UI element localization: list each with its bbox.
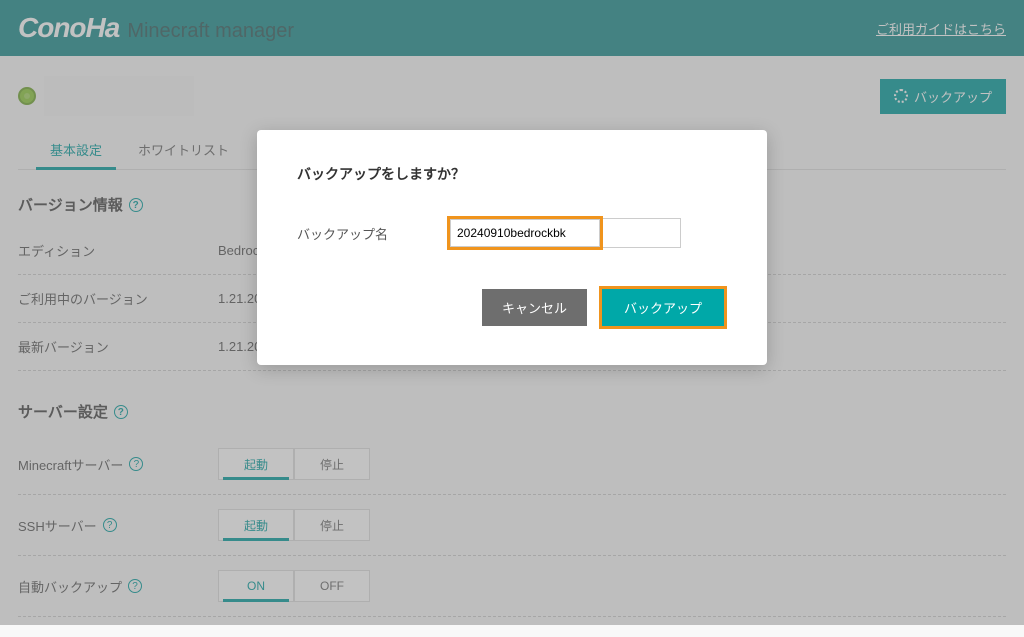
modal-overlay[interactable]: バックアップをしますか？ バックアップ名 キャンセル バックアップ	[0, 0, 1024, 625]
backup-confirm-modal: バックアップをしますか？ バックアップ名 キャンセル バックアップ	[257, 130, 767, 365]
input-highlight-box	[447, 216, 603, 250]
backup-name-input-extension[interactable]	[603, 218, 681, 248]
modal-button-row: キャンセル バックアップ	[297, 286, 727, 329]
backup-name-input[interactable]	[450, 219, 600, 247]
cancel-button[interactable]: キャンセル	[482, 289, 587, 326]
modal-field-row: バックアップ名	[297, 216, 727, 250]
backup-name-label: バックアップ名	[297, 224, 447, 243]
confirm-button-highlight: バックアップ	[599, 286, 727, 329]
modal-title: バックアップをしますか？	[297, 164, 727, 184]
backup-name-input-wrap	[447, 216, 681, 250]
confirm-backup-button[interactable]: バックアップ	[602, 289, 724, 326]
